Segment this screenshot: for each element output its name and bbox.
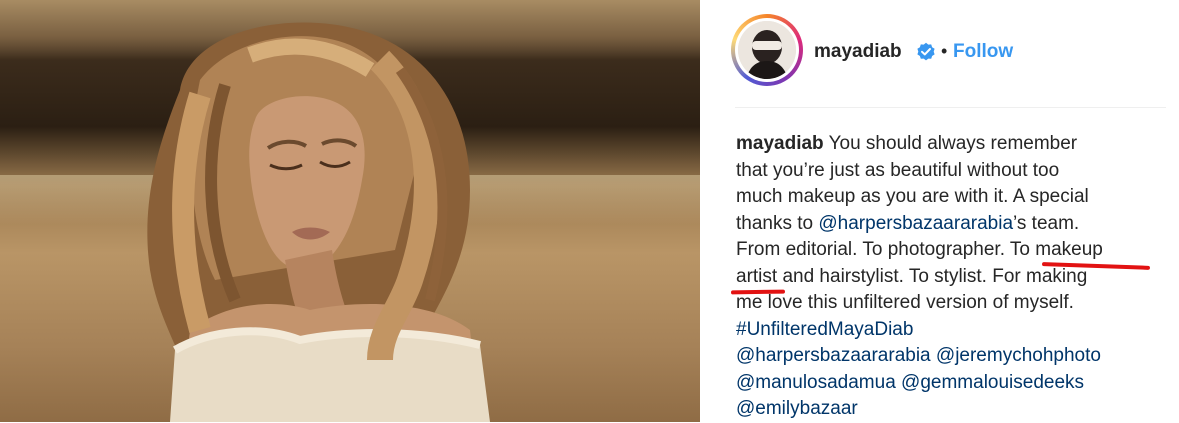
avatar-story-ring[interactable] xyxy=(731,14,803,86)
post-photo[interactable] xyxy=(0,0,700,422)
caption-line: mayadiab You should always remember xyxy=(736,131,1156,158)
post-side-panel: mayadiab • Follow mayadiab You should al… xyxy=(700,0,1179,422)
caption-line: thanks to @harpersbazaararabia’s team. xyxy=(736,211,1156,238)
follow-button[interactable]: Follow xyxy=(953,40,1013,64)
avatar-image xyxy=(738,21,796,79)
caption-text: thanks to xyxy=(736,212,819,234)
hashtag-link[interactable]: #UnfilteredMayaDiab xyxy=(736,319,913,340)
avatar[interactable] xyxy=(738,21,796,79)
caption-line: me love this unfiltered version of mysel… xyxy=(736,292,1074,313)
post-caption: mayadiab You should always remember that… xyxy=(736,131,1156,423)
mention-link[interactable]: @gemmalouisedeeks xyxy=(901,372,1084,393)
mention-link[interactable]: @harpersbazaararabia xyxy=(736,345,931,366)
verified-badge-icon xyxy=(917,42,935,61)
caption-line: much makeup as you are with it. A specia… xyxy=(736,186,1089,207)
caption-author-link[interactable]: mayadiab xyxy=(736,133,824,154)
caption-text: ’s team. xyxy=(1013,212,1080,234)
username-link[interactable]: mayadiab xyxy=(814,40,902,64)
separator-dot: • xyxy=(941,41,948,61)
mention-link[interactable]: @emilybazaar xyxy=(736,398,858,419)
mention-link[interactable]: @manulosadamua xyxy=(736,372,896,393)
caption-text: You should always remember xyxy=(823,133,1078,154)
caption-line: From editorial. To photographer. To make… xyxy=(736,239,1103,260)
post-header: mayadiab • Follow xyxy=(731,14,1165,92)
caption-line: that you’re just as beautiful without to… xyxy=(736,159,1060,181)
mention-link[interactable]: @harpersbazaararabia xyxy=(818,213,1013,234)
mention-link[interactable]: @jeremychohphoto xyxy=(936,345,1101,366)
header-divider xyxy=(735,107,1166,108)
woman-portrait-illustration xyxy=(147,22,490,422)
